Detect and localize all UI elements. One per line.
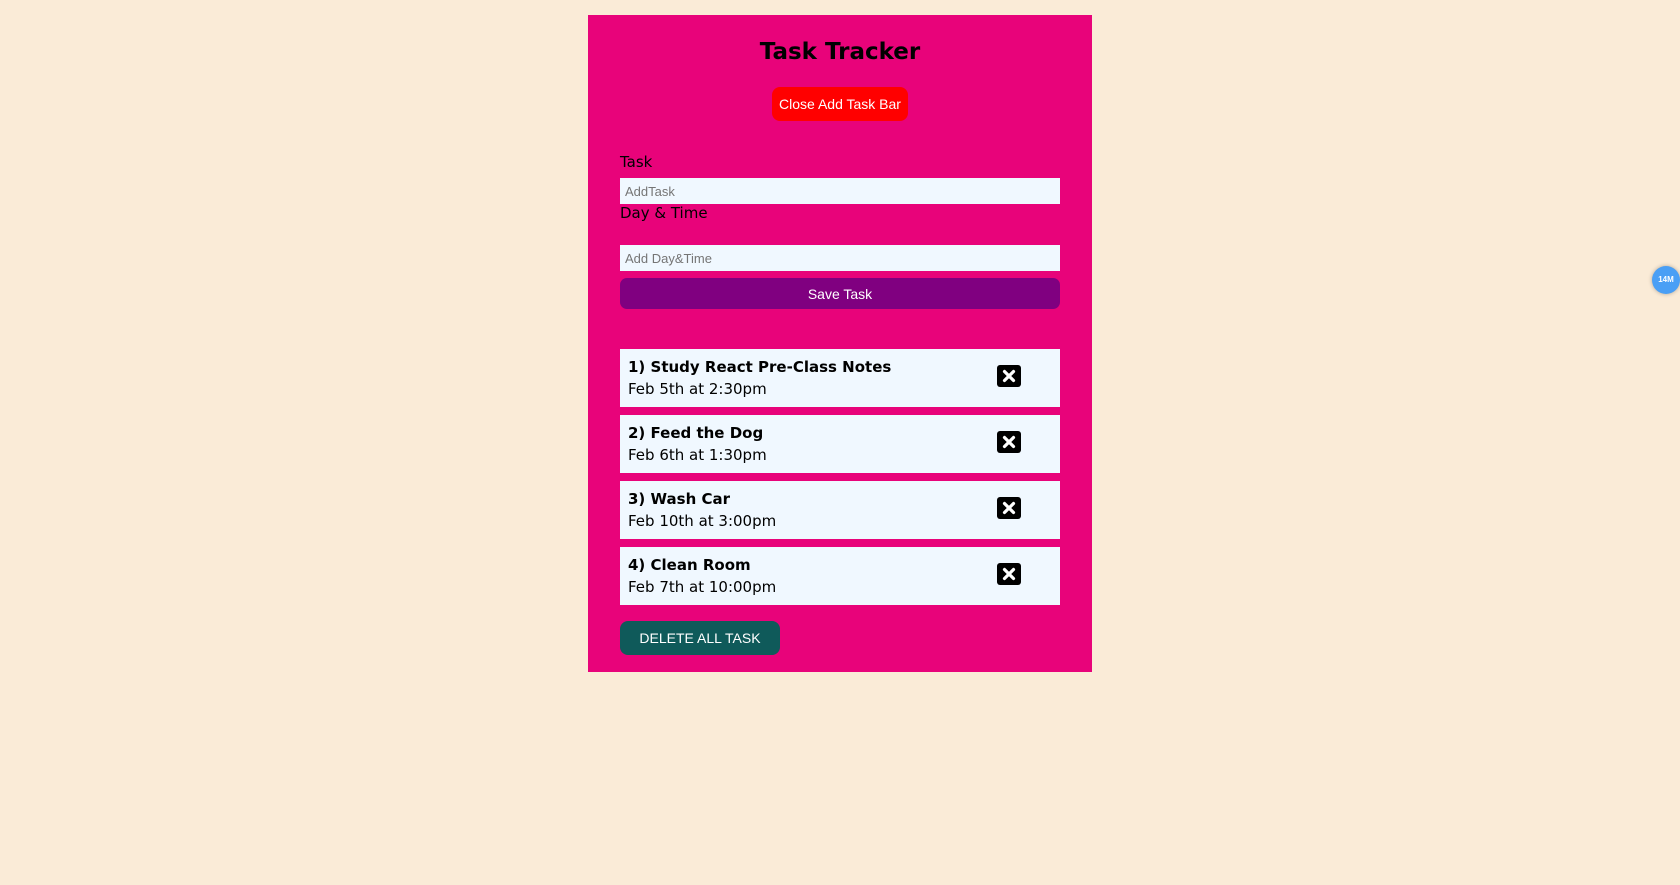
delete-task-icon[interactable] bbox=[997, 365, 1021, 387]
task-list: 1) Study React Pre-Class Notes Feb 5th a… bbox=[620, 349, 1060, 613]
delete-task-icon[interactable] bbox=[997, 497, 1021, 519]
task-name: 4) Clean Room bbox=[628, 556, 751, 574]
delete-task-icon[interactable] bbox=[997, 563, 1021, 585]
extension-badge[interactable]: 14M bbox=[1652, 266, 1680, 294]
task-field-label: Task bbox=[620, 153, 653, 171]
save-task-button[interactable]: Save Task bbox=[620, 278, 1060, 309]
task-input[interactable] bbox=[620, 178, 1060, 204]
daytime-field-label: Day & Time bbox=[620, 204, 708, 222]
task-tracker-panel: Task Tracker Close Add Task Bar Task Day… bbox=[588, 15, 1092, 672]
task-name: 3) Wash Car bbox=[628, 490, 731, 508]
task-time: Feb 6th at 1:30pm bbox=[628, 446, 767, 464]
task-name: 1) Study React Pre-Class Notes bbox=[628, 358, 892, 376]
task-item: 2) Feed the Dog Feb 6th at 1:30pm bbox=[620, 415, 1060, 473]
page-title: Task Tracker bbox=[759, 39, 921, 65]
delete-task-icon[interactable] bbox=[997, 431, 1021, 453]
task-item: 3) Wash Car Feb 10th at 3:00pm bbox=[620, 481, 1060, 539]
task-time: Feb 10th at 3:00pm bbox=[628, 512, 777, 530]
close-add-task-bar-button[interactable]: Close Add Task Bar bbox=[772, 87, 908, 121]
task-time: Feb 5th at 2:30pm bbox=[628, 380, 767, 398]
task-item: 4) Clean Room Feb 7th at 10:00pm bbox=[620, 547, 1060, 605]
task-item: 1) Study React Pre-Class Notes Feb 5th a… bbox=[620, 349, 1060, 407]
daytime-input[interactable] bbox=[620, 245, 1060, 271]
task-time: Feb 7th at 10:00pm bbox=[628, 578, 777, 596]
task-name: 2) Feed the Dog bbox=[628, 424, 764, 442]
delete-all-tasks-button[interactable]: DELETE ALL TASK bbox=[620, 621, 780, 655]
